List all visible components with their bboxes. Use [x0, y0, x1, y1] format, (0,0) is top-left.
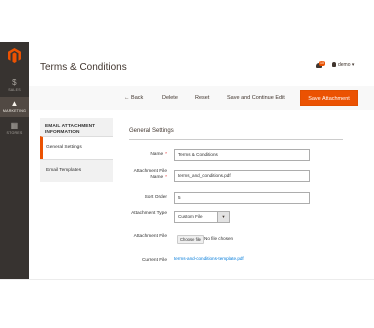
reset-button[interactable]: Reset [195, 93, 209, 103]
sidebar-item-label: MARKETING [2, 109, 27, 113]
dollar-icon: $ [12, 78, 17, 87]
page-actions-bar: ← Back Delete Reset Save and Continue Ed… [29, 86, 374, 110]
name-label: Name * [129, 152, 167, 158]
section-title: General Settings [129, 128, 174, 134]
current-file-label: Current File [141, 258, 167, 263]
section-divider [129, 139, 343, 140]
file-name-label-text: Attachment File Name [133, 169, 167, 180]
save-attachment-button[interactable]: Save Attachment [300, 90, 358, 106]
store-icon: ▦ [10, 121, 19, 130]
user-icon [332, 62, 336, 68]
notifications-button[interactable]: 10 [316, 61, 325, 69]
magento-logo-icon[interactable] [8, 48, 21, 63]
user-menu[interactable]: demo ▾ [332, 62, 354, 69]
attachment-type-value: Custom File [178, 214, 203, 219]
megaphone-icon: ▲ [10, 99, 19, 108]
tab-general-settings[interactable]: General Settings [40, 136, 113, 159]
file-name-input[interactable]: terms_and_conditions.pdf [174, 170, 310, 182]
chevron-down-icon: ▼ [217, 212, 229, 222]
back-button[interactable]: ← Back [124, 93, 143, 103]
required-marker: * [165, 152, 167, 157]
page-title: Terms & Conditions [40, 62, 127, 73]
tabs-title: EMAIL ATTACHMENT INFORMATION [40, 118, 113, 136]
no-file-text: No file chosen [204, 236, 234, 241]
sidebar-item-stores[interactable]: ▦ STORES [0, 121, 29, 136]
arrow-left-icon: ← [124, 95, 130, 101]
attachment-type-label: Attachment Type [131, 211, 167, 216]
name-label-text: Name [150, 152, 164, 157]
sidebar-item-label: STORES [6, 131, 23, 135]
name-input[interactable]: Terms & Conditions [174, 149, 310, 161]
back-label: Back [131, 95, 144, 101]
admin-sidebar: $ SALES ▲ MARKETING ▦ STORES [0, 42, 29, 279]
sort-order-label: Sort Order [144, 195, 167, 200]
sidebar-item-label: SALES [8, 88, 21, 92]
file-name-label: Attachment File Name * [129, 169, 167, 181]
footer-divider [0, 279, 374, 280]
delete-button[interactable]: Delete [162, 93, 178, 103]
notification-count-badge: 10 [319, 61, 325, 66]
tabs-panel: EMAIL ATTACHMENT INFORMATION General Set… [40, 118, 113, 182]
sort-order-input[interactable]: 5 [174, 192, 310, 204]
sidebar-item-sales[interactable]: $ SALES [0, 78, 29, 93]
user-name: demo ▾ [338, 62, 355, 68]
tab-email-templates[interactable]: Email Templates [40, 159, 113, 182]
attachment-type-select[interactable]: Custom File ▼ [174, 211, 230, 223]
current-file-link[interactable]: terms-and-conditions-template.pdf [174, 256, 244, 262]
sidebar-item-marketing[interactable]: ▲ MARKETING [0, 97, 29, 117]
save-and-continue-button[interactable]: Save and Continue Edit [227, 93, 285, 103]
main-content: Terms & Conditions 10 demo ▾ ← Back Dele… [29, 42, 374, 279]
choose-file-button[interactable]: Choose file [177, 235, 204, 244]
required-marker: * [165, 175, 167, 180]
admin-frame: $ SALES ▲ MARKETING ▦ STORES Terms & Con… [0, 42, 374, 279]
attachment-file-label: Attachment File [133, 234, 167, 239]
